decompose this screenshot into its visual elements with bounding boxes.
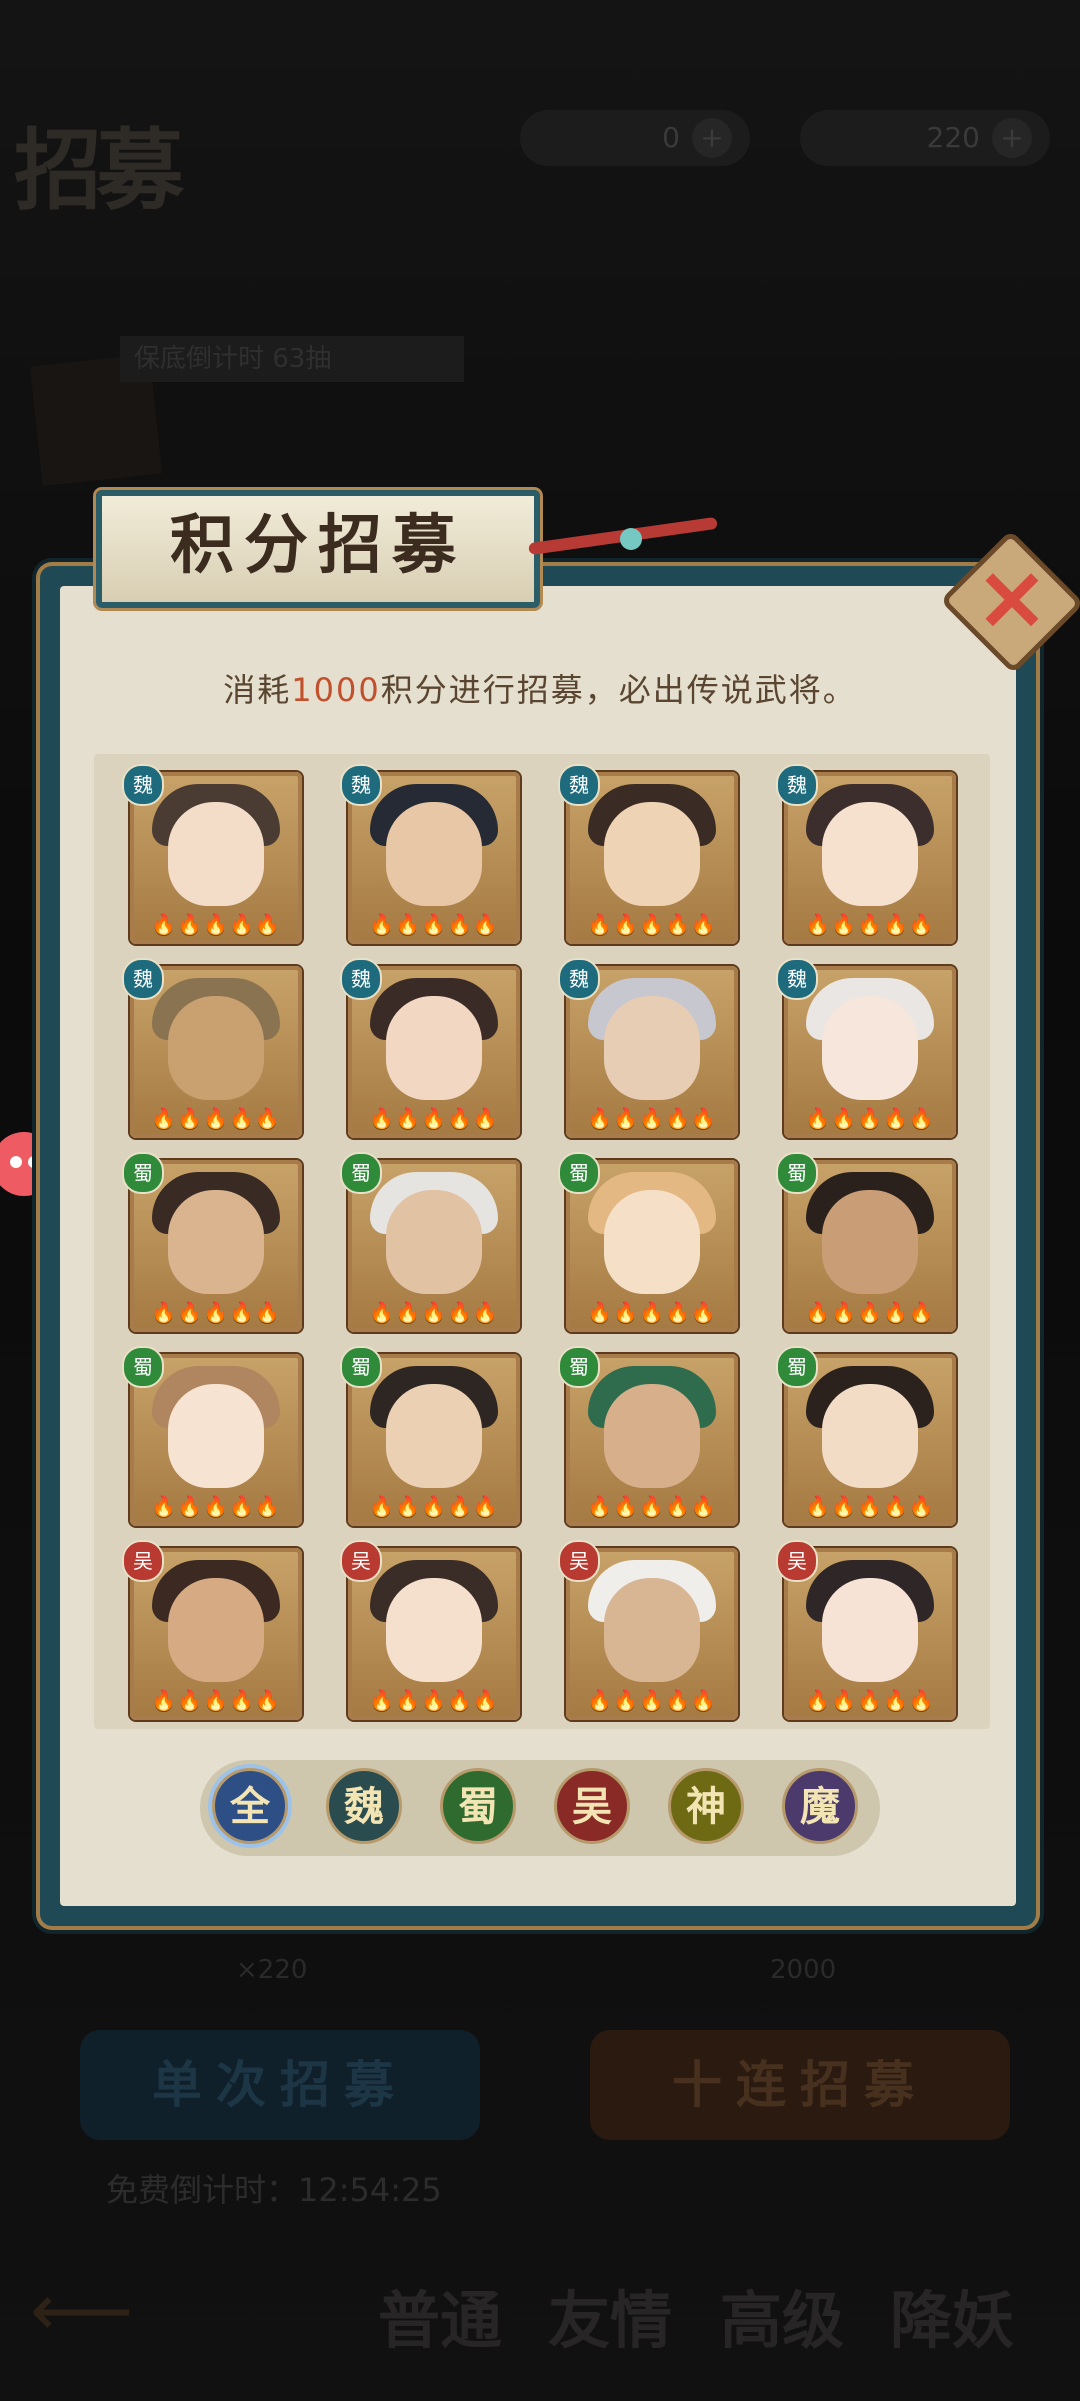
modal-description: 消耗1000积分进行招募，必出传说武将。 [0,665,1080,711]
hero-star-rating: 🔥🔥🔥🔥🔥 [151,912,281,936]
hero-portrait [386,996,482,1100]
hero-star-rating: 🔥🔥🔥🔥🔥 [587,1300,717,1324]
hero-star-rating: 🔥🔥🔥🔥🔥 [805,1106,935,1130]
background-count-left: ×220 [236,1955,308,1985]
hero-portrait [822,996,918,1100]
nav-tab-friend: 友情 [548,2284,673,2357]
back-arrow-icon: ⟵ [30,2268,134,2352]
faction-badge: 魏 [122,958,164,1000]
faction-badge: 蜀 [558,1152,600,1194]
faction-badge: 吴 [558,1540,600,1582]
nav-tab-advanced: 高级 [720,2284,845,2357]
faction-badge: 吴 [776,1540,818,1582]
currency-value-1: 0 [662,121,680,154]
faction-badge: 魏 [340,958,382,1000]
single-recruit-button: 单次招募 [80,2030,480,2140]
background-banner: 保底倒计时 63抽 [120,336,464,382]
faction-badge: 魏 [776,958,818,1000]
free-timer: 免费倒计时：12:54:25 [106,2171,442,2209]
currency-value-2: 220 [926,121,980,154]
faction-filter-bar [200,1760,880,1856]
hero-star-rating: 🔥🔥🔥🔥🔥 [369,1300,499,1324]
modal-title: 积分招募 [170,508,466,583]
nav-tab-yao: 降妖 [890,2284,1015,2357]
hero-portrait [822,802,918,906]
hero-star-rating: 🔥🔥🔥🔥🔥 [587,912,717,936]
filter-mo-button[interactable]: 魔 [782,1768,858,1844]
faction-badge: 蜀 [558,1346,600,1388]
background-count-right: 2000 [770,1955,837,1985]
hero-portrait [822,1578,918,1682]
hero-portrait [604,996,700,1100]
hero-star-rating: 🔥🔥🔥🔥🔥 [151,1300,281,1324]
hero-star-rating: 🔥🔥🔥🔥🔥 [369,1688,499,1712]
hero-portrait [386,802,482,906]
desc-suffix: 积分进行招募，必出传说武将。 [380,671,857,709]
currency-slot-1: 0 + [520,110,750,166]
filter-shen-button[interactable]: 神 [668,1768,744,1844]
hero-portrait [604,1190,700,1294]
faction-badge: 蜀 [776,1152,818,1194]
faction-badge: 吴 [340,1540,382,1582]
hero-star-rating: 🔥🔥🔥🔥🔥 [151,1106,281,1130]
background-title: 招募 [14,118,184,222]
hero-portrait [168,1384,264,1488]
hero-portrait [168,1578,264,1682]
desc-prefix: 消耗 [223,671,292,709]
faction-badge: 魏 [558,958,600,1000]
hero-portrait [168,802,264,906]
faction-badge: 吴 [122,1540,164,1582]
hero-portrait [168,996,264,1100]
close-icon: × [974,545,1050,650]
hero-portrait [604,1578,700,1682]
faction-badge: 蜀 [340,1346,382,1388]
ten-recruit-button: 十连招募 [590,2030,1010,2140]
hero-portrait [386,1190,482,1294]
filter-shu-button[interactable]: 蜀 [440,1768,516,1844]
hero-portrait [604,802,700,906]
hero-portrait [386,1384,482,1488]
hero-portrait [604,1384,700,1488]
filter-wei-button[interactable]: 魏 [326,1768,402,1844]
faction-badge: 蜀 [776,1346,818,1388]
currency-slot-2: 220 + [800,110,1050,166]
faction-badge: 蜀 [340,1152,382,1194]
faction-badge: 魏 [340,764,382,806]
filter-wu-button[interactable]: 吴 [554,1768,630,1844]
faction-badge: 魏 [122,764,164,806]
hero-star-rating: 🔥🔥🔥🔥🔥 [805,912,935,936]
hero-star-rating: 🔥🔥🔥🔥🔥 [805,1494,935,1518]
hero-portrait [822,1190,918,1294]
faction-badge: 魏 [558,764,600,806]
faction-badge: 魏 [776,764,818,806]
hero-portrait [386,1578,482,1682]
hero-star-rating: 🔥🔥🔥🔥🔥 [151,1688,281,1712]
nav-tab-normal: 普通 [378,2284,503,2357]
desc-points: 1000 [291,671,381,709]
hero-star-rating: 🔥🔥🔥🔥🔥 [805,1688,935,1712]
hero-star-rating: 🔥🔥🔥🔥🔥 [369,912,499,936]
hero-star-rating: 🔥🔥🔥🔥🔥 [587,1688,717,1712]
modal-title-tab: 积分招募 [96,490,540,608]
hero-star-rating: 🔥🔥🔥🔥🔥 [587,1494,717,1518]
plus-icon: + [992,118,1032,158]
faction-badge: 蜀 [122,1152,164,1194]
hero-star-rating: 🔥🔥🔥🔥🔥 [805,1300,935,1324]
filter-all-button[interactable]: 全 [212,1768,288,1844]
hero-star-rating: 🔥🔥🔥🔥🔥 [587,1106,717,1130]
hero-star-rating: 🔥🔥🔥🔥🔥 [369,1494,499,1518]
hero-portrait [822,1384,918,1488]
hero-star-rating: 🔥🔥🔥🔥🔥 [151,1494,281,1518]
hero-portrait [168,1190,264,1294]
faction-badge: 蜀 [122,1346,164,1388]
hero-star-rating: 🔥🔥🔥🔥🔥 [369,1106,499,1130]
tassel-bead [620,528,642,550]
plus-icon: + [692,118,732,158]
